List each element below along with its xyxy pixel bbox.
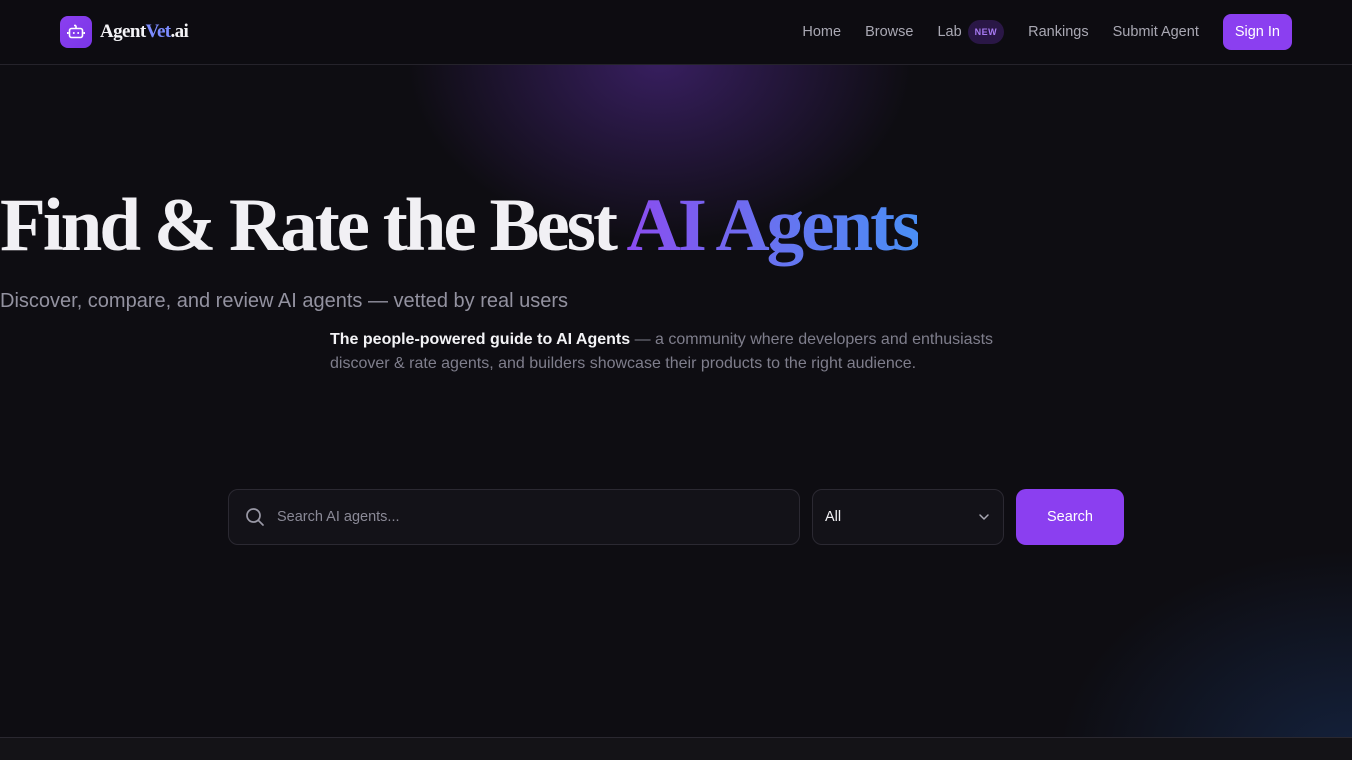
search-button[interactable]: Search: [1016, 489, 1124, 545]
hero-title: Find & Rate the Best AI Agents: [0, 188, 1352, 263]
brand-name-part1: Agent: [100, 21, 146, 42]
sign-in-button[interactable]: Sign In: [1222, 14, 1292, 50]
nav-submit-agent[interactable]: Submit Agent: [1113, 24, 1199, 40]
robot-icon: [60, 16, 92, 48]
top-navbar: AgentVet.ai Home Browse Lab NEW Rankings…: [0, 0, 1352, 65]
hero-subtitle: Discover, compare, and review AI agents …: [0, 290, 569, 312]
nav-home[interactable]: Home: [802, 24, 841, 40]
hero-title-main: Find & Rate the Best: [0, 184, 627, 267]
category-select[interactable]: All: [812, 489, 1004, 545]
brand-name-part2: Vet: [145, 21, 172, 42]
search-input[interactable]: [277, 490, 799, 544]
nav-lab-label: Lab: [937, 24, 962, 40]
search-bar[interactable]: [228, 489, 800, 545]
section-divider: [0, 737, 1352, 760]
brand-name: AgentVet.ai: [100, 21, 189, 43]
nav-lab[interactable]: Lab NEW: [937, 20, 1005, 44]
hero-description-strong: The people-powered guide to AI Agents: [330, 331, 631, 348]
main-nav: Home Browse Lab NEW Rankings Submit Agen…: [802, 14, 1292, 50]
nav-browse[interactable]: Browse: [865, 24, 913, 40]
hero-title-accent: AI Agents: [626, 184, 922, 267]
logo[interactable]: AgentVet.ai: [60, 16, 189, 48]
hero-description: The people-powered guide to AI Agents — …: [330, 328, 1022, 376]
chevron-down-icon: [977, 510, 991, 524]
search-icon: [245, 507, 265, 527]
category-select-value: All: [825, 509, 842, 525]
brand-name-part3: .ai: [170, 21, 189, 42]
new-badge: NEW: [967, 20, 1005, 44]
nav-rankings[interactable]: Rankings: [1028, 24, 1088, 40]
hero-background: [0, 0, 1352, 760]
